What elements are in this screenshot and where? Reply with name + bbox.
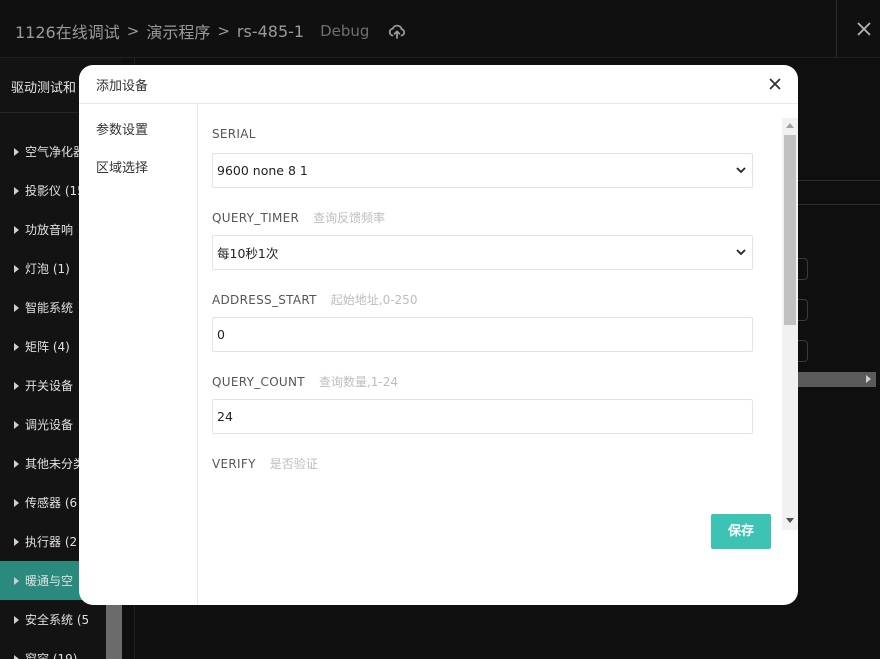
field-hint: 查询数量,1-24 [318,375,398,389]
caret-right-icon [14,654,19,659]
caret-right-icon [14,303,19,312]
caret-right-icon [14,576,19,585]
scrollbar-thumb[interactable] [784,135,796,325]
category-label: 传感器 (6 [25,496,78,510]
caret-right-icon [14,342,19,351]
field-label-text: QUERY_TIMER [212,211,300,225]
category-label: 执行器 (2 [25,535,78,549]
field-label-query-timer: QUERY_TIMER 查询反馈频率 [212,209,385,226]
scroll-up-icon[interactable] [786,123,794,128]
select-value: 每10秒1次 [217,246,279,261]
horizontal-scrollbar[interactable] [798,372,876,387]
input-value: 0 [217,327,225,342]
chevron-down-icon [736,167,746,174]
field-label-text: ADDRESS_START [212,293,317,307]
field-label-verify: VERIFY 是否验证 [212,455,318,472]
caret-right-icon [14,459,19,468]
breadcrumb-item-program[interactable]: 演示程序 [146,19,210,43]
category-item[interactable]: 安全系统 (5 [0,600,106,639]
caret-right-icon [14,381,19,390]
field-hint: 起始地址,0-250 [330,293,418,307]
category-item[interactable]: 窗帘 (19) [0,639,106,659]
caret-right-icon [14,264,19,273]
category-label: 窗帘 (19) [25,652,78,659]
top-divider [836,0,837,58]
dialog-title: 添加设备 [96,79,149,94]
caret-right-icon [14,147,19,156]
scroll-down-icon[interactable] [786,518,794,523]
chevron-down-icon [736,249,746,256]
category-label: 开关设备 [25,379,74,393]
address-start-input[interactable]: 0 [212,317,753,352]
category-label: 功放音响 [25,223,74,237]
category-label: 暖通与空 [25,574,74,588]
category-label: 调光设备 [25,418,74,432]
dialog-header: 添加设备 [79,65,798,104]
field-label-text: SERIAL [212,127,256,141]
breadcrumb-separator: > [126,22,140,40]
mode-label: Debug [320,22,370,40]
caret-right-icon [14,615,19,624]
cloud-upload-icon[interactable] [387,21,407,41]
category-label: 矩阵 (4) [25,340,70,354]
dialog-nav: 参数设置 区域选择 [79,104,198,605]
add-device-dialog: 添加设备 参数设置 区域选择 SERIAL 9600 none 8 1 QUER… [79,65,798,605]
caret-right-icon [14,420,19,429]
field-hint: 查询反馈频率 [313,211,386,225]
nav-item-region[interactable]: 区域选择 [96,157,148,176]
category-label: 灯泡 (1) [25,262,70,276]
field-label-text: QUERY_COUNT [212,375,305,389]
divider [798,204,880,205]
serial-select[interactable]: 9600 none 8 1 [212,153,753,188]
form-scrollbar[interactable] [782,118,798,530]
breadcrumb-item-project[interactable]: 1126在线调试 [15,19,120,43]
category-label: 其他未分类 [25,457,86,471]
breadcrumb: 1126在线调试 > 演示程序 > rs-485-1 Debug [15,19,407,43]
category-label: 空气净化器 [25,145,86,159]
caret-right-icon [14,498,19,507]
field-hint: 是否验证 [269,457,318,471]
close-icon[interactable] [765,74,785,94]
field-label-query-count: QUERY_COUNT 查询数量,1-24 [212,373,398,390]
divider [798,180,880,181]
input-value: 24 [217,409,233,424]
save-button[interactable]: 保存 [711,514,771,549]
field-label-address-start: ADDRESS_START 起始地址,0-250 [212,291,417,308]
caret-right-icon [14,225,19,234]
close-icon[interactable] [850,15,878,43]
query-count-input[interactable]: 24 [212,399,753,434]
category-label: 智能系统 [25,301,74,315]
top-bar: 1126在线调试 > 演示程序 > rs-485-1 Debug [0,0,880,58]
nav-item-parameters[interactable]: 参数设置 [96,119,148,138]
query-timer-select[interactable]: 每10秒1次 [212,235,753,270]
category-label: 安全系统 (5 [25,613,90,627]
caret-right-icon [14,186,19,195]
field-label-text: VERIFY [212,457,256,471]
scroll-right-icon[interactable] [866,375,871,383]
field-label-serial: SERIAL [212,127,256,141]
category-label: 投影仪 (15 [25,184,85,198]
sidebar-title: 驱动测试和 [11,81,77,96]
caret-right-icon [14,537,19,546]
breadcrumb-separator: > [217,22,230,40]
breadcrumb-item-device[interactable]: rs-485-1 [237,22,304,41]
select-value: 9600 none 8 1 [217,163,308,178]
sidebar-scrollbar[interactable] [106,603,122,659]
parameter-form: SERIAL 9600 none 8 1 QUERY_TIMER 查询反馈频率 每… [198,104,782,540]
